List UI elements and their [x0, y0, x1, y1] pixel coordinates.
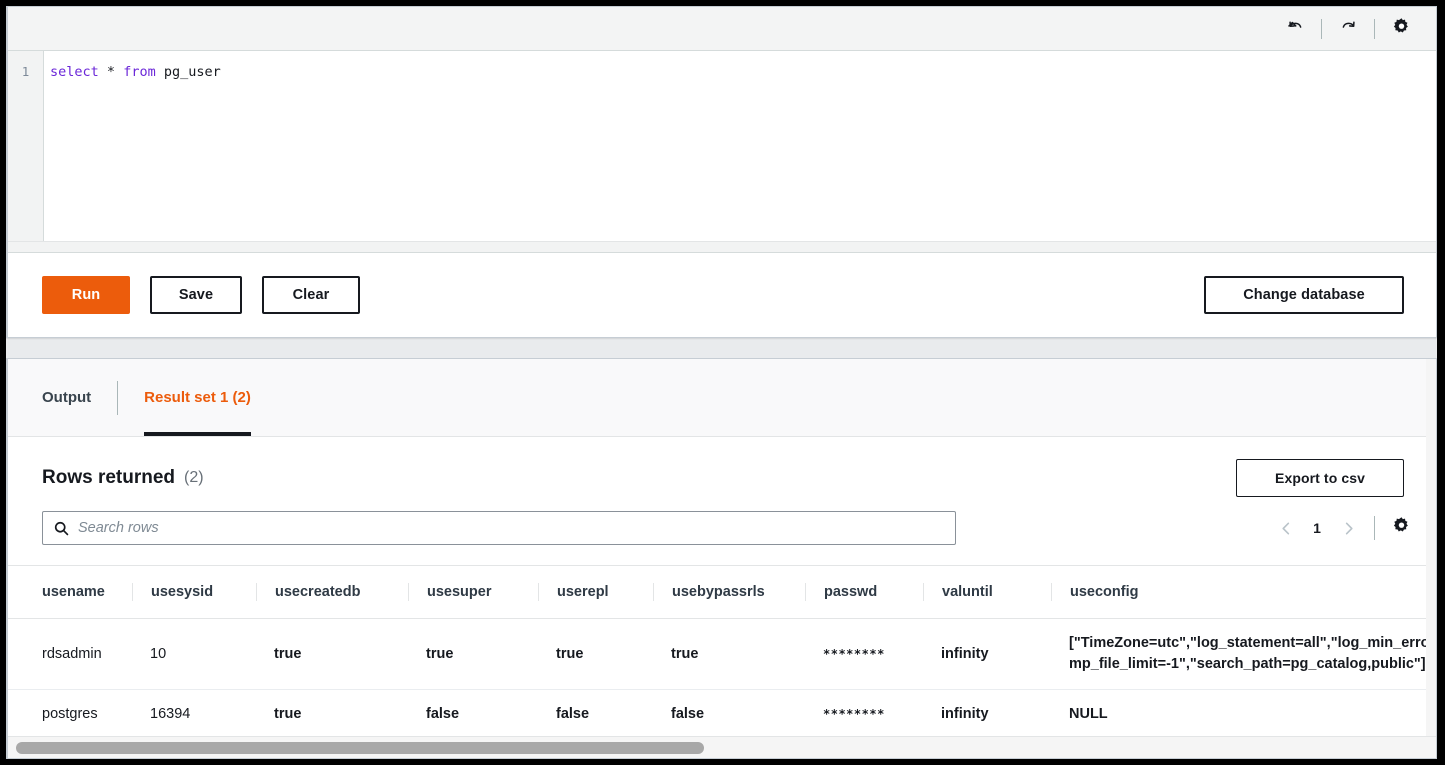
- line-number-gutter: 1: [8, 51, 44, 241]
- rows-returned-count: (2): [184, 469, 204, 486]
- toolbar-divider-1: [1321, 18, 1322, 39]
- sql-star: [99, 64, 107, 80]
- search-box[interactable]: [42, 511, 956, 545]
- query-editor-screen: 1 select * from pg_user Run Save Clear C…: [6, 6, 1437, 759]
- column-header-passwd[interactable]: passwd: [805, 566, 923, 619]
- column-header-usecreatedb[interactable]: usecreatedb: [256, 566, 408, 619]
- cell-usename: rdsadmin: [8, 618, 132, 690]
- rows-returned-label: Rows returned: [42, 467, 176, 488]
- undo-icon: [1286, 17, 1305, 41]
- save-button[interactable]: Save: [150, 276, 242, 314]
- search-and-pagination-row: 1: [8, 497, 1436, 545]
- column-header-usesysid-label: usesysid: [132, 583, 256, 601]
- cell-useconfig: NULL: [1051, 689, 1436, 740]
- tab-output[interactable]: Output: [42, 359, 117, 436]
- column-header-usebypassrls[interactable]: usebypassrls: [653, 566, 805, 619]
- pagination-divider: [1374, 516, 1375, 540]
- line-number: 1: [21, 64, 30, 79]
- cell-useconfig: ["TimeZone=utc","log_statement=all","log…: [1051, 618, 1436, 690]
- cell-usesysid: 16394: [132, 689, 256, 740]
- column-header-usesuper-label: usesuper: [408, 583, 538, 601]
- toolbar-divider-2: [1374, 18, 1375, 39]
- column-header-useconfig[interactable]: useconfig: [1051, 566, 1436, 619]
- table-row[interactable]: rdsadmin 10 true true true true ********…: [8, 618, 1436, 690]
- column-header-usesysid[interactable]: usesysid: [132, 566, 256, 619]
- previous-page-button[interactable]: [1272, 514, 1300, 542]
- gear-icon: [1391, 16, 1412, 42]
- change-database-button[interactable]: Change database: [1204, 276, 1404, 314]
- cell-usecreatedb: true: [256, 618, 408, 690]
- cell-usecreatedb: true: [256, 689, 408, 740]
- editor-actions-row: Run Save Clear Change database: [8, 253, 1436, 337]
- results-panel: Output Result set 1 (2) Rows returned (2…: [6, 358, 1437, 759]
- cell-usesysid: 10: [132, 618, 256, 690]
- column-header-passwd-label: passwd: [805, 583, 923, 601]
- results-table-container: usename usesysid usecreatedb usesuper us…: [8, 565, 1436, 740]
- cell-passwd: ********: [805, 689, 923, 740]
- export-to-csv-button[interactable]: Export to csv: [1236, 459, 1404, 497]
- editor-toolbar: [8, 7, 1436, 51]
- redo-icon: [1339, 17, 1358, 41]
- column-header-useconfig-label: useconfig: [1051, 583, 1436, 601]
- column-header-usesuper[interactable]: usesuper: [408, 566, 538, 619]
- column-header-usename[interactable]: usename: [8, 566, 132, 619]
- table-settings-button[interactable]: [1391, 515, 1412, 541]
- editor-settings-button[interactable]: [1384, 14, 1418, 44]
- table-header-row: usename usesysid usecreatedb usesuper us…: [8, 566, 1436, 619]
- tab-result-set-1[interactable]: Result set 1 (2): [118, 359, 277, 436]
- clear-button[interactable]: Clear: [262, 276, 360, 314]
- cell-userepl: false: [538, 689, 653, 740]
- cell-valuntil: infinity: [923, 618, 1051, 690]
- sql-space-2: [115, 64, 123, 80]
- results-tabs: Output Result set 1 (2): [8, 359, 1436, 437]
- editor-separator: [8, 241, 1436, 253]
- table-header: usename usesysid usecreatedb usesuper us…: [8, 566, 1436, 619]
- page-number[interactable]: 1: [1304, 520, 1330, 536]
- results-header: Rows returned (2) Export to csv: [8, 437, 1436, 497]
- table-body: rdsadmin 10 true true true true ********…: [8, 618, 1436, 740]
- next-page-button[interactable]: [1334, 514, 1362, 542]
- run-button[interactable]: Run: [42, 276, 130, 314]
- column-header-usename-label: usename: [42, 584, 105, 600]
- cell-usebypassrls: true: [653, 618, 805, 690]
- cell-usename: postgres: [8, 689, 132, 740]
- table-row[interactable]: postgres 16394 true false false false **…: [8, 689, 1436, 740]
- column-header-usecreatedb-label: usecreatedb: [256, 583, 408, 601]
- sql-star-token: *: [106, 64, 116, 80]
- cell-valuntil: infinity: [923, 689, 1051, 740]
- app-root: 1 select * from pg_user Run Save Clear C…: [0, 0, 1445, 765]
- pagination: 1: [1272, 514, 1412, 542]
- search-icon: [53, 520, 70, 537]
- code-editor[interactable]: 1 select * from pg_user: [8, 51, 1436, 241]
- results-table: usename usesysid usecreatedb usesuper us…: [8, 566, 1436, 740]
- column-header-userepl[interactable]: userepl: [538, 566, 653, 619]
- redo-button[interactable]: [1331, 14, 1365, 44]
- cell-usebypassrls: false: [653, 689, 805, 740]
- horizontal-scrollbar[interactable]: [8, 736, 1436, 758]
- sql-code-text[interactable]: select * from pg_user: [44, 51, 1436, 241]
- column-header-userepl-label: userepl: [538, 583, 653, 601]
- sql-keyword-select: select: [50, 64, 99, 80]
- cell-usesuper: true: [408, 618, 538, 690]
- sql-keyword-from: from: [123, 64, 156, 80]
- gear-icon: [1391, 515, 1412, 541]
- sql-table-name: pg_user: [163, 64, 221, 80]
- sql-space-3: [156, 64, 164, 80]
- column-header-valuntil[interactable]: valuntil: [923, 566, 1051, 619]
- cell-passwd: ********: [805, 618, 923, 690]
- undo-button[interactable]: [1278, 14, 1312, 44]
- sql-editor-panel: 1 select * from pg_user Run Save Clear C…: [6, 6, 1437, 338]
- vertical-scrollbar[interactable]: [1426, 359, 1436, 758]
- horizontal-scrollbar-thumb[interactable]: [16, 742, 704, 754]
- search-input[interactable]: [78, 520, 945, 536]
- column-header-usebypassrls-label: usebypassrls: [653, 583, 805, 601]
- column-header-valuntil-label: valuntil: [923, 583, 1051, 601]
- cell-usesuper: false: [408, 689, 538, 740]
- cell-userepl: true: [538, 618, 653, 690]
